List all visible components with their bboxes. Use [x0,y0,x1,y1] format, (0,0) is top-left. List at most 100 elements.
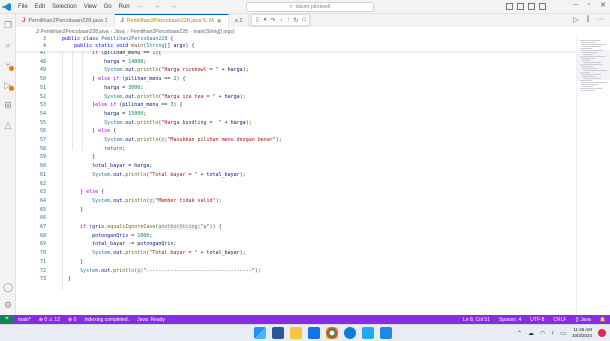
java-status[interactable]: Java: Ready [137,317,165,323]
code-line[interactable]: 51 harga = 3000; [16,85,576,93]
restart-icon[interactable]: ↻ [293,17,298,24]
wifi-icon[interactable]: ◠ [540,330,545,337]
code-editor[interactable]: 3 public class Pemilihan2Percobaan228 {4… [16,36,576,315]
notification-badge-icon[interactable] [598,329,606,337]
menu-go[interactable]: Go [104,4,112,10]
git-branch[interactable]: main* [18,317,31,323]
menu-view[interactable]: View [84,4,97,10]
code-line[interactable]: 62 [16,181,576,189]
code-line[interactable]: 59 } [16,154,576,162]
code-line[interactable]: 56 } else { [16,128,576,136]
minimap[interactable] [576,36,610,315]
toggle-panel-icon[interactable] [517,3,524,10]
nav-arrows[interactable]: ←→ [155,3,185,10]
code-line[interactable]: 70 System.out.println("Total bayar = " +… [16,250,576,258]
toggle-secondary-sidebar-icon[interactable] [528,3,535,10]
menu-file[interactable]: File [18,4,28,10]
minimap-line [580,72,590,74]
breadcrumb-item[interactable]: main(String[] args) [193,29,234,35]
cursor-position[interactable]: Ln 8, Col 51 [463,317,490,323]
problems-count[interactable]: ⊗ 0 ⚠ 12 [39,317,60,323]
line-number: 47 [39,50,46,56]
settings-gear-icon[interactable]: ⚙ [3,300,13,310]
breadcrumb-item[interactable]: Java [114,29,125,35]
testing-icon[interactable]: △ [3,120,13,130]
code-line[interactable]: 49 System.out.println("Harga ricebowl = … [16,67,576,75]
code-line[interactable]: 61 System.out.println("Total bayar = " +… [16,172,576,180]
code-line[interactable]: 4 public static void main(String[] args)… [16,43,576,51]
code-line[interactable]: 57 System.out.println(x:"Masukkan piliha… [16,137,576,145]
code-line[interactable]: 63 } else { [16,189,576,197]
code-line[interactable]: 47 if (pilihan_menu == 1){ [16,50,576,58]
start-windows-icon[interactable] [254,327,266,339]
close-tab-icon[interactable]: ✕ [217,18,222,25]
stop-icon[interactable]: □ [302,17,306,23]
battery-icon[interactable]: ▭ [560,330,566,337]
task-view-icon[interactable] [272,327,284,339]
code-line[interactable]: 50 } else if (pilihan_menu == 2) { [16,76,576,84]
code-line[interactable]: 60 total_bayar = harga; [16,163,576,171]
remote-indicator-icon[interactable]: ⌖ [0,315,14,324]
code-line[interactable]: 58 return; [16,146,576,154]
menu-more[interactable]: ··· [137,4,143,10]
account-icon[interactable]: ◯ [3,282,13,292]
indent-guide [82,50,83,150]
edge-icon[interactable] [344,327,356,339]
encoding[interactable]: UTF-8 [530,317,544,323]
search-icon[interactable]: ⌕ [3,40,13,50]
notifications-bell-icon[interactable]: 🔔 [600,317,606,323]
tab-file-1[interactable]: J Pemilihan2Percobaan228.java 1 [16,14,115,27]
close-icon[interactable]: ✕ [600,1,606,9]
code-line[interactable]: 73 } [16,276,576,284]
ports-count[interactable]: ⊗ 0 [68,317,76,323]
menu-selection[interactable]: Selection [52,4,77,10]
more-actions-icon[interactable]: ··· [597,16,604,24]
line-number: 69 [39,241,46,248]
explorer-icon[interactable]: ❐ [3,20,13,30]
customize-layout-icon[interactable] [539,3,546,10]
menu-edit[interactable]: Edit [35,4,45,10]
language-mode[interactable]: {} Java [575,317,590,323]
step-into-icon[interactable]: ↓ [279,17,282,23]
chrome-icon[interactable] [326,327,338,339]
store-icon[interactable] [308,327,320,339]
code-line[interactable]: 72 System.out.println(x:"---------------… [16,267,576,276]
file-explorer-icon[interactable] [290,327,302,339]
indentation[interactable]: Spaces: 4 [499,317,521,323]
code-line[interactable]: 54 harga = 15000; [16,111,576,119]
chevron-up-icon[interactable]: ⌃ [517,330,522,337]
code-line[interactable]: 66 [16,215,576,223]
extensions-icon[interactable]: ⊞ [3,100,13,110]
step-out-icon[interactable]: ↑ [286,17,289,23]
code-line[interactable]: 53 }else if (pilihan_menu == 3) { [16,102,576,110]
vscode-taskbar-icon[interactable] [362,327,374,339]
drag-handle-icon[interactable]: ⠿ [255,17,259,24]
breadcrumb-item[interactable]: Pemilihan2Percobaan228.java [41,29,109,35]
code-line[interactable]: 69 total_bayar -= potonganQris; [16,241,576,249]
pause-icon[interactable]: ⏸ [263,17,266,24]
run-icon[interactable]: ▷ [573,16,578,24]
split-editor-icon[interactable]: ⫿ [587,16,589,24]
code-line[interactable]: 71 } [16,259,576,267]
code-line[interactable]: 65 } [16,207,576,215]
code-line[interactable]: 52 System.out.println("Harga ice tea = "… [16,94,576,102]
volume-icon[interactable]: ♪ [551,330,554,336]
cloud-icon[interactable]: ☁ [528,330,534,337]
code-line[interactable]: 67 if (qris.equalsIgnoreCase(anotherStri… [16,224,576,232]
app-icon[interactable] [380,327,392,339]
step-over-icon[interactable]: ↷ [270,17,275,24]
code-line[interactable]: 64 System.out.println(x:"Member tidak va… [16,197,576,206]
tab-file-3[interactable]: a 2 [229,14,250,27]
code-line[interactable]: 48 harga = 14000; [16,59,576,67]
minimize-icon[interactable]: – [574,1,578,9]
command-search-input[interactable]: ⌕ daum pilotwell [246,2,374,12]
toggle-sidebar-icon[interactable] [506,3,513,10]
line-ending[interactable]: CRLF [553,317,566,323]
breadcrumb-item[interactable]: Pemilihan2Percobaan228 [131,29,188,35]
maximize-icon[interactable]: ▫ [588,1,590,9]
code-line[interactable]: 55 System.out.println("Harga bundling = … [16,120,576,128]
clock[interactable]: 11:46 AM 10/3/2024 [572,327,592,339]
code-line[interactable]: 68 potonganQris = 1000; [16,233,576,241]
tab-file-2-active[interactable]: J Pemilihan2Percobaan228.java 5, M ✕ [114,14,229,27]
menu-run[interactable]: Run [119,4,130,10]
